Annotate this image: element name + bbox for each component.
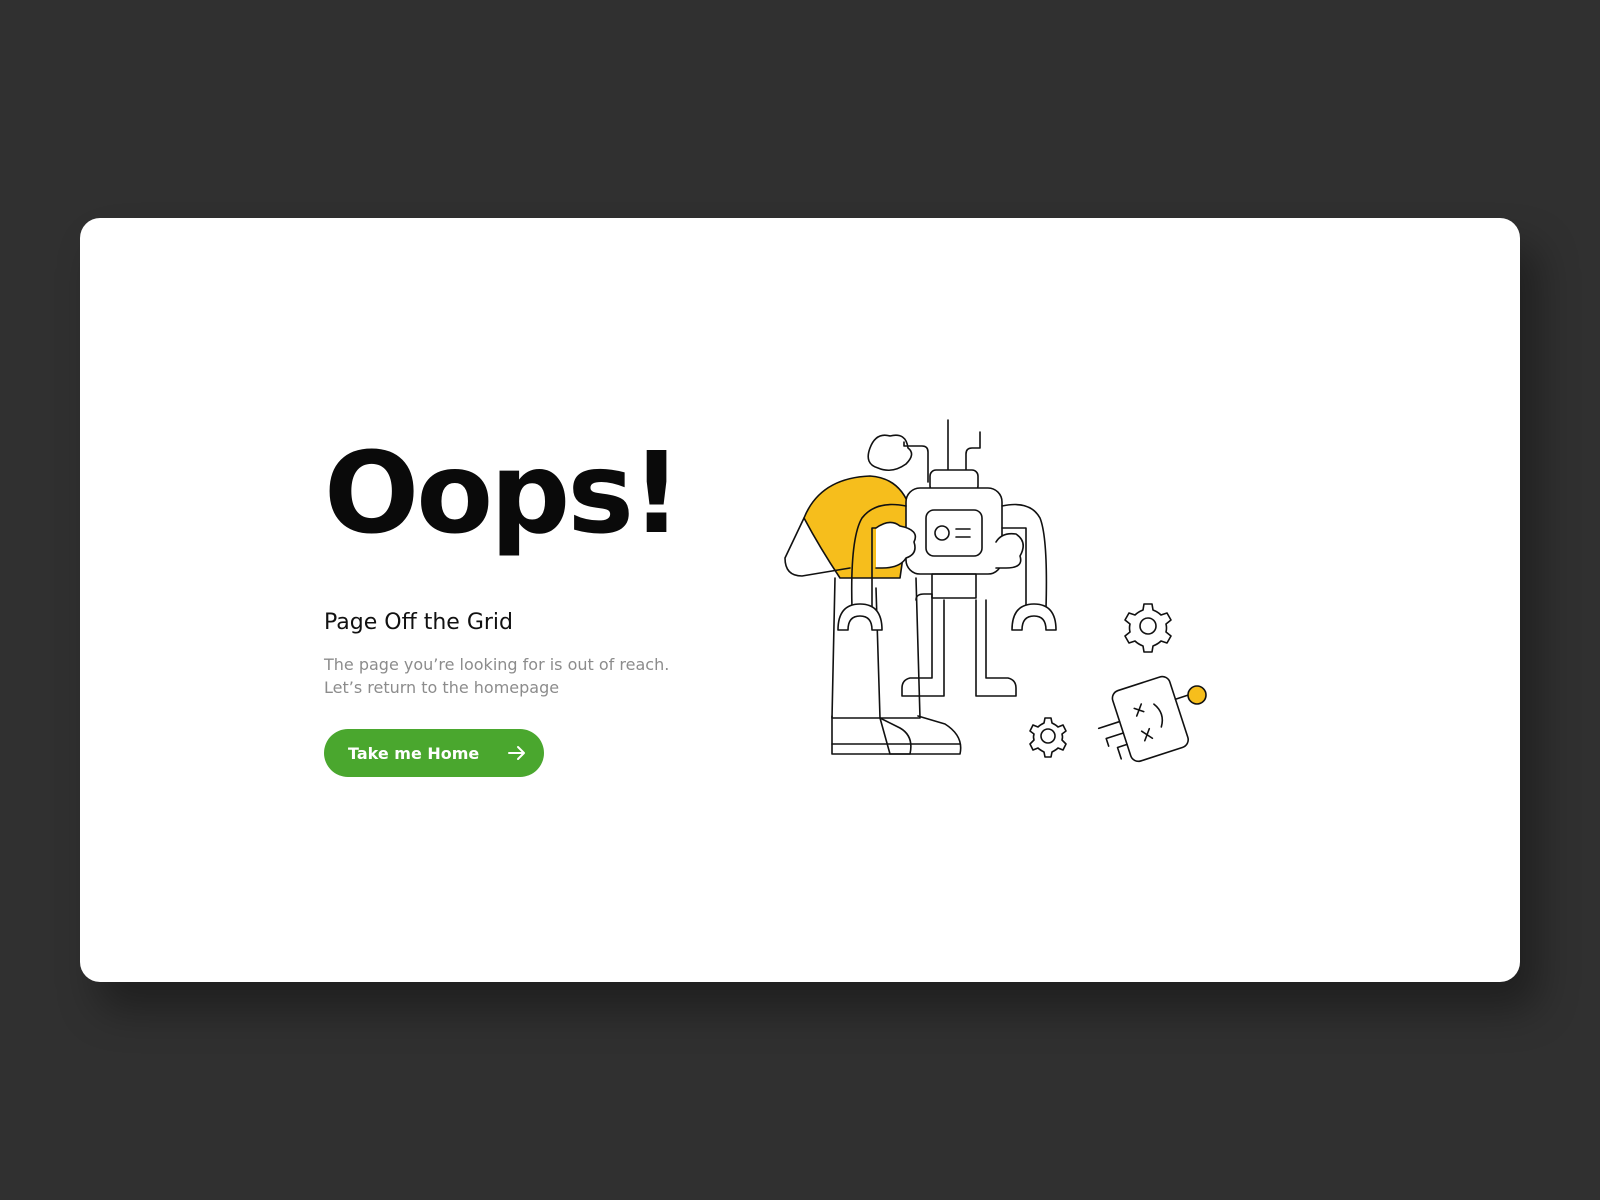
take-me-home-label: Take me Home bbox=[348, 743, 480, 763]
error-card: Oops! Page Off the Grid The page you’re … bbox=[80, 218, 1520, 982]
error-description-line-1: The page you’re looking for is out of re… bbox=[324, 655, 670, 674]
error-content: Oops! Page Off the Grid The page you’re … bbox=[324, 438, 744, 777]
error-title: Oops! bbox=[324, 429, 682, 559]
error-description-line-2: Let’s return to the homepage bbox=[324, 678, 560, 697]
robot-illustration bbox=[780, 418, 1300, 798]
take-me-home-button[interactable]: Take me Home bbox=[324, 729, 544, 777]
arrow-right-icon bbox=[506, 742, 528, 764]
error-subtitle: Page Off the Grid bbox=[324, 610, 513, 635]
error-description: The page you’re looking for is out of re… bbox=[324, 653, 744, 699]
